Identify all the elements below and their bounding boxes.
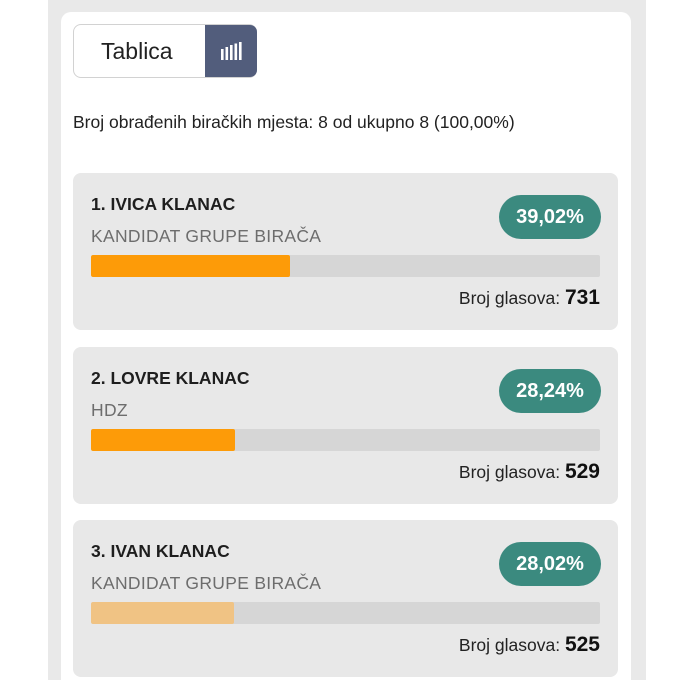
candidate-party: KANDIDAT GRUPE BIRAČA bbox=[91, 573, 322, 593]
vote-share-fill bbox=[91, 429, 235, 451]
percent-badge: 28,24% bbox=[499, 369, 601, 413]
percent-badge: 28,02% bbox=[499, 542, 601, 586]
candidate-name: 3. IVAN KLANAC bbox=[91, 541, 230, 561]
vote-count-value: 529 bbox=[564, 460, 600, 483]
candidate-name: 1. IVICA KLANAC bbox=[91, 194, 236, 214]
bar-chart-icon bbox=[221, 42, 242, 60]
vote-share-bar bbox=[91, 602, 600, 624]
vote-share-fill bbox=[91, 255, 290, 277]
candidate-name: 2. LOVRE KLANAC bbox=[91, 368, 250, 388]
candidate-party: HDZ bbox=[91, 400, 128, 420]
vote-count-label: Broj glasova: bbox=[458, 635, 561, 655]
candidate-party: KANDIDAT GRUPE BIRAČA bbox=[91, 226, 322, 246]
chart-view-button[interactable] bbox=[205, 25, 257, 77]
results-panel: Tablica Broj obrađenih biračkih mjesta: … bbox=[61, 12, 631, 680]
table-view-button[interactable]: Tablica bbox=[101, 38, 205, 65]
vote-count: Broj glasova: 731 bbox=[459, 286, 600, 310]
candidate-card: 2. LOVRE KLANAC HDZ 28,24% Broj glasova:… bbox=[73, 347, 618, 504]
candidate-card: 1. IVICA KLANAC KANDIDAT GRUPE BIRAČA 39… bbox=[73, 173, 618, 330]
vote-count-value: 731 bbox=[564, 286, 600, 309]
percent-badge: 39,02% bbox=[499, 195, 601, 239]
vote-count: Broj glasova: 525 bbox=[459, 633, 600, 657]
candidate-card: 3. IVAN KLANAC KANDIDAT GRUPE BIRAČA 28,… bbox=[73, 520, 618, 677]
vote-share-bar bbox=[91, 429, 600, 451]
processed-stations-status: Broj obrađenih biračkih mjesta: 8 od uku… bbox=[73, 112, 515, 132]
vote-count-label: Broj glasova: bbox=[458, 288, 561, 308]
vote-count: Broj glasova: 529 bbox=[459, 460, 600, 484]
view-toggle: Tablica bbox=[73, 24, 257, 78]
vote-share-fill bbox=[91, 602, 234, 624]
vote-share-bar bbox=[91, 255, 600, 277]
vote-count-value: 525 bbox=[564, 633, 600, 656]
vote-count-label: Broj glasova: bbox=[458, 462, 561, 482]
